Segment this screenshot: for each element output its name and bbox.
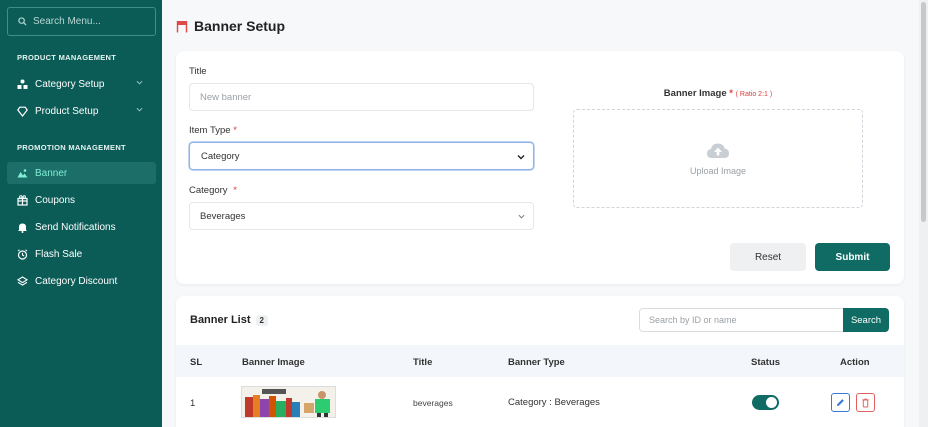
banner-list-title: Banner List 2 bbox=[190, 314, 268, 326]
column-header-status: Status bbox=[751, 357, 781, 368]
toggle-knob bbox=[766, 397, 777, 408]
sidebar-item-category-setup[interactable]: Category Setup bbox=[7, 73, 156, 95]
title-input-placeholder: New banner bbox=[200, 91, 252, 103]
list-search-placeholder: Search by ID or name bbox=[649, 315, 737, 325]
edit-button[interactable] bbox=[831, 393, 850, 412]
list-search-button[interactable]: Search bbox=[843, 308, 889, 332]
category-value: Beverages bbox=[200, 210, 246, 222]
sidebar-item-label: Category Discount bbox=[35, 275, 118, 287]
chevron-down-icon bbox=[136, 107, 143, 112]
sidebar-item-category-discount[interactable]: Category Discount bbox=[7, 270, 156, 292]
column-header-banner-type: Banner Type bbox=[508, 357, 565, 368]
bell-icon bbox=[17, 222, 28, 233]
banner-image-label-text: Banner Image bbox=[663, 88, 727, 99]
sidebar-item-product-setup[interactable]: Product Setup bbox=[7, 100, 156, 122]
item-type-label: Item Type * bbox=[189, 125, 237, 136]
category-select[interactable]: Beverages bbox=[189, 202, 534, 230]
cloud-upload-icon bbox=[707, 143, 729, 158]
item-type-select[interactable]: Category bbox=[189, 142, 534, 170]
column-header-banner-image: Banner Image bbox=[242, 357, 305, 368]
banner-thumbnail bbox=[241, 386, 336, 418]
submit-button[interactable]: Submit bbox=[815, 243, 890, 271]
page-title: Banner Setup bbox=[176, 18, 285, 34]
row-sl: 1 bbox=[190, 398, 196, 409]
trash-icon bbox=[862, 398, 869, 408]
page-title-text: Banner Setup bbox=[194, 18, 286, 34]
column-header-title: Title bbox=[413, 357, 433, 368]
sidebar-item-label: Flash Sale bbox=[35, 248, 83, 260]
title-label: Title bbox=[189, 66, 207, 77]
image-icon bbox=[17, 168, 28, 179]
sidebar-item-banner[interactable]: Banner bbox=[7, 162, 156, 184]
list-search-input[interactable]: Search by ID or name bbox=[639, 308, 844, 332]
row-title: beverages bbox=[413, 398, 453, 408]
reset-button[interactable]: Reset bbox=[730, 243, 806, 271]
sidebar-item-label: Coupons bbox=[35, 194, 76, 206]
upload-image-dropzone[interactable]: Upload Image bbox=[573, 109, 863, 208]
sidebar: Search Menu... PRODUCT MANAGEMENT Catego… bbox=[0, 0, 162, 427]
scrollbar-thumb[interactable] bbox=[921, 2, 926, 222]
chevron-down-icon bbox=[517, 155, 525, 160]
chevron-down-icon bbox=[136, 80, 143, 85]
layers-icon bbox=[17, 275, 28, 287]
section-title-product-management: PRODUCT MANAGEMENT bbox=[17, 53, 117, 62]
item-type-label-text: Item Type bbox=[189, 125, 231, 136]
category-icon bbox=[17, 79, 28, 90]
row-banner-type: Category : Beverages bbox=[508, 397, 600, 408]
sidebar-search-input[interactable]: Search Menu... bbox=[7, 7, 156, 36]
upload-image-text: Upload Image bbox=[689, 165, 747, 176]
banner-image-label: Banner Image * ( Ratio 2:1 ) bbox=[573, 88, 863, 99]
page-scrollbar[interactable] bbox=[919, 0, 928, 427]
category-label-text: Category bbox=[189, 185, 228, 196]
sidebar-item-label: Product Setup bbox=[35, 105, 99, 117]
gift-icon bbox=[17, 194, 28, 206]
sidebar-item-label: Category Setup bbox=[35, 78, 105, 90]
search-icon bbox=[18, 17, 27, 26]
ratio-hint: ( Ratio 2:1 ) bbox=[735, 91, 773, 98]
banner-flag-icon bbox=[176, 20, 188, 32]
status-toggle[interactable] bbox=[752, 395, 779, 410]
diamond-icon bbox=[17, 106, 28, 117]
clock-icon bbox=[17, 248, 28, 260]
banner-list-title-text: Banner List bbox=[190, 314, 251, 326]
chevron-down-icon bbox=[518, 214, 525, 219]
count-badge: 2 bbox=[255, 314, 268, 326]
required-asterisk: * bbox=[729, 88, 733, 99]
section-title-promotion-management: PROMOTION MANAGEMENT bbox=[17, 143, 126, 152]
column-header-action: Action bbox=[840, 357, 870, 368]
pencil-icon bbox=[836, 399, 844, 407]
sidebar-item-label: Send Notifications bbox=[35, 221, 116, 233]
sidebar-search-placeholder: Search Menu... bbox=[33, 16, 101, 27]
category-label: Category * bbox=[189, 185, 237, 196]
title-input[interactable]: New banner bbox=[189, 83, 534, 111]
sidebar-item-coupons[interactable]: Coupons bbox=[7, 189, 156, 211]
sidebar-item-label: Banner bbox=[35, 167, 68, 179]
item-type-value: Category bbox=[201, 150, 240, 162]
required-asterisk: * bbox=[233, 185, 237, 196]
column-header-sl: SL bbox=[190, 357, 203, 368]
delete-button[interactable] bbox=[856, 393, 875, 412]
sidebar-item-send-notifications[interactable]: Send Notifications bbox=[7, 216, 156, 238]
required-asterisk: * bbox=[233, 125, 237, 136]
sidebar-item-flash-sale[interactable]: Flash Sale bbox=[7, 243, 156, 265]
